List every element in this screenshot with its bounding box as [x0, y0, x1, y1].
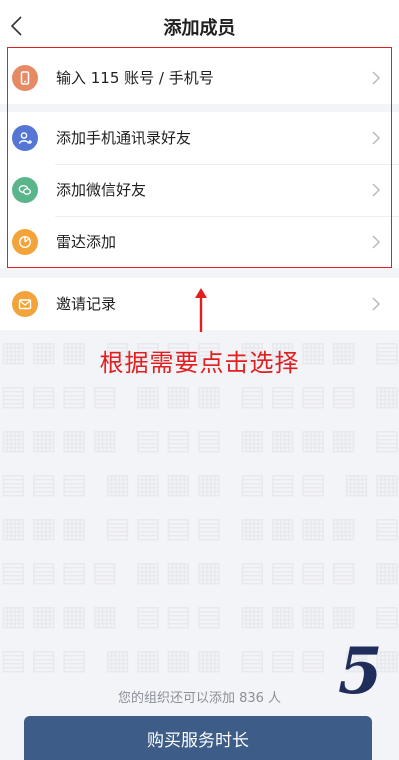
- chevron-right-icon: [372, 71, 380, 85]
- chevron-right-icon: [372, 235, 380, 249]
- wechat-icon: [12, 177, 38, 203]
- chevron-right-icon: [372, 297, 380, 311]
- annotation-text: 根据需要点击选择: [99, 349, 300, 377]
- chevron-right-icon: [372, 131, 380, 145]
- option-add-wechat[interactable]: 添加微信好友: [0, 164, 399, 216]
- header: 添加成员: [0, 0, 399, 52]
- add-options-group: 输入 115 账号 / 手机号: [0, 52, 399, 104]
- option-add-contacts[interactable]: 添加手机通讯录好友: [0, 112, 399, 164]
- option-radar-add[interactable]: 雷达添加: [0, 216, 399, 268]
- annotation-arrow: [195, 288, 207, 332]
- add-options-group-2: 添加手机通讯录好友 添加微信好友 雷达添加: [0, 112, 399, 268]
- option-label: 添加微信好友: [56, 181, 147, 199]
- buy-service-button[interactable]: 购买服务时长: [24, 716, 372, 760]
- option-input-account[interactable]: 输入 115 账号 / 手机号: [0, 52, 399, 104]
- radar-icon: [12, 229, 38, 255]
- option-label: 输入 115 账号 / 手机号: [56, 69, 214, 87]
- remaining-quota-text: 您的组织还可以添加 836 人: [117, 691, 282, 706]
- invite-label: 邀请记录: [56, 295, 117, 313]
- option-label: 雷达添加: [56, 233, 117, 251]
- option-label: 添加手机通讯录好友: [56, 129, 192, 147]
- page-title: 添加成员: [163, 18, 236, 39]
- chevron-right-icon: [372, 183, 380, 197]
- contact-add-icon: [12, 125, 38, 151]
- mail-icon: [12, 291, 38, 317]
- phone-icon: [12, 65, 38, 91]
